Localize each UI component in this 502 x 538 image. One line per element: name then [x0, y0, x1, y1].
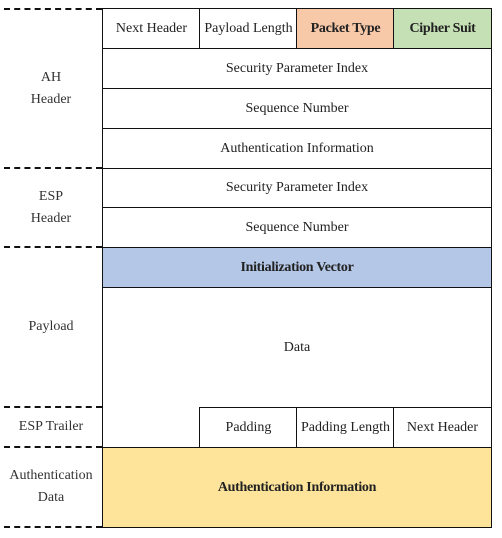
field-ah-auth-info: Authentication Information [102, 128, 492, 169]
field-trailer-next-header: Next Header [393, 407, 492, 448]
field-next-header: Next Header [102, 8, 201, 49]
label-ah-header: AH Header [30, 70, 72, 107]
field-initialization-vector: Initialization Vector [102, 247, 492, 288]
field-esp-spi: Security Parameter Index [102, 168, 492, 208]
field-ah-spi: Security Parameter Index [102, 48, 492, 90]
field-cipher-suit: Cipher Suit [393, 8, 492, 49]
label-payload: Payload [28, 319, 74, 334]
field-esp-sequence-number: Sequence Number [102, 207, 492, 248]
field-payload-length: Payload Length [199, 8, 298, 49]
field-padding: Padding [199, 407, 298, 448]
label-authentication-data: Authentication Data [9, 468, 93, 505]
label-esp-trailer: ESP Trailer [18, 419, 84, 434]
label-esp-header: ESP Header [30, 188, 72, 226]
field-ah-sequence-number: Sequence Number [102, 88, 492, 129]
field-padding-length: Padding Length [296, 407, 395, 448]
field-authentication-information: Authentication Information [102, 447, 492, 528]
field-packet-type: Packet Type [296, 8, 395, 49]
